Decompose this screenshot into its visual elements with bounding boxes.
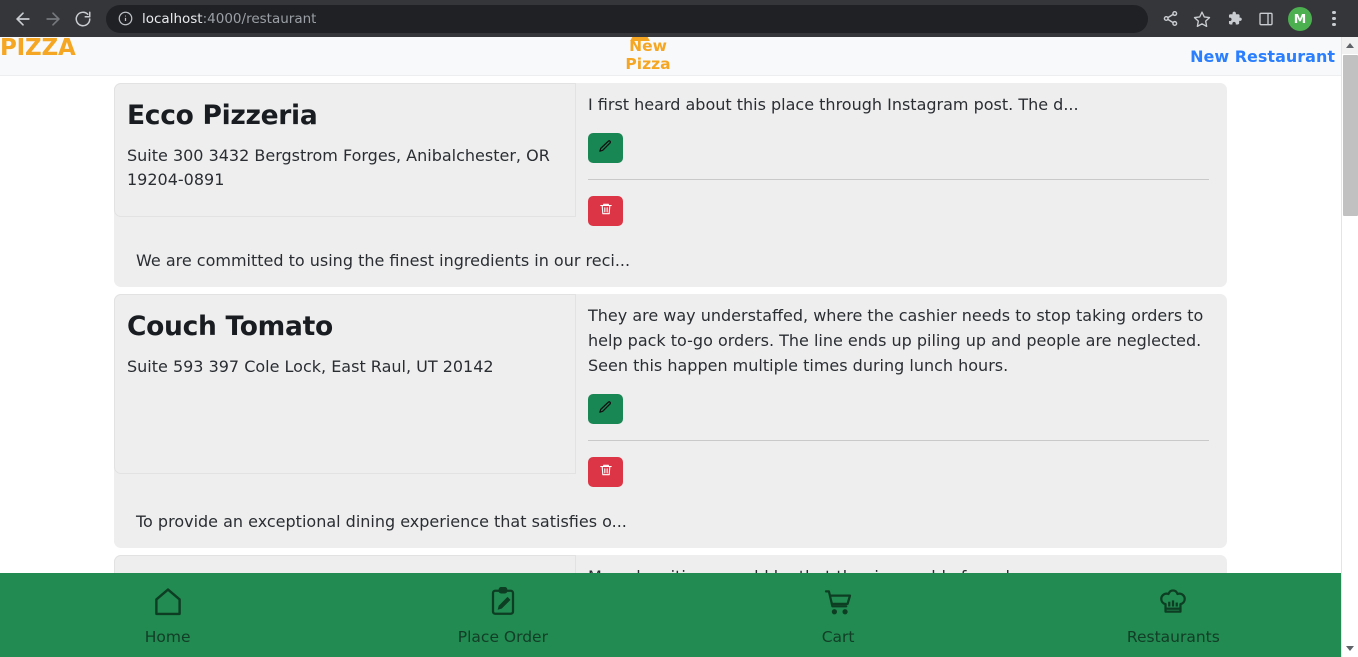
url-path: :4000/restaurant [202,10,317,27]
nav-label-home: Home [144,627,191,646]
card-row: Couch Tomato Suite 593 397 Cole Lock, Ea… [114,293,1227,497]
nav-item-place-order[interactable]: Place Order [335,585,670,646]
nav-label-cart: Cart [821,627,855,646]
restaurant-description: To provide an exceptional dining experie… [136,511,627,531]
action-divider [588,178,1209,180]
nav-item-restaurants[interactable]: Restaurants [1006,585,1341,646]
avatar[interactable]: M [1288,6,1312,31]
avatar-initial: M [1293,11,1307,26]
info-circle-icon[interactable] [118,11,133,26]
restaurant-card: Ecco Pizzeria Suite 300 3432 Bergstrom F… [114,83,1227,287]
toolbar-actions: M [1154,3,1350,35]
nav-item-home[interactable]: Home [0,585,335,646]
trash-icon [599,463,613,480]
nav-label-restaurants: Restaurants [1126,627,1220,646]
pencil-icon [598,139,613,157]
action-divider [588,439,1209,441]
delete-button[interactable] [588,195,623,226]
scroll-down-arrow[interactable] [1342,640,1358,657]
restaurant-review-panel: I first heard about this place through I… [576,83,1227,236]
shopping-cart-icon [822,585,854,619]
scroll-up-arrow[interactable] [1342,37,1358,54]
side-panel-icon[interactable] [1250,3,1282,35]
trash-icon [599,202,613,219]
scrollbar-thumb[interactable] [1343,55,1358,216]
review-text: I first heard about this place through I… [588,95,1079,114]
forward-arrow-icon[interactable] [38,4,68,34]
restaurant-description: We are committed to using the finest ing… [136,250,631,270]
brand-logo[interactable]: PIZZA [0,37,76,61]
share-icon[interactable] [1154,3,1186,35]
restaurant-name: Couch Tomato [127,310,333,342]
restaurant-review-panel: They are way understaffed, where the cas… [576,294,1227,497]
url-host: localhost [142,10,203,27]
restaurant-name: Ecco Pizzeria [127,100,318,131]
home-icon [151,585,185,619]
nav-item-cart[interactable]: Cart [671,585,1006,646]
clipboard-pencil-icon [487,585,519,619]
restaurant-info-panel: Couch Tomato Suite 593 397 Cole Lock, Ea… [114,293,576,474]
new-restaurant-link[interactable]: New Restaurant [1190,47,1335,66]
address-bar[interactable]: localhost:4000/restaurant [106,4,1148,33]
url-text: localhost:4000/restaurant [142,11,316,27]
bottom-navigation: Home Place Order Cart Restaurants [0,573,1341,657]
restaurant-list: Ecco Pizzeria Suite 300 3432 Bergstrom F… [0,76,1341,657]
card-row: Ecco Pizzeria Suite 300 3432 Bergstrom F… [114,83,1227,236]
app-header: PIZZA New Pizza New Restaurant [0,37,1341,76]
restaurant-address: Suite 300 3432 Bergstrom Forges, Anibalc… [127,146,550,190]
edit-button[interactable] [588,132,623,163]
page-viewport: PIZZA New Pizza New Restaurant Ecco Pizz… [0,37,1358,657]
puzzle-icon[interactable] [1218,3,1250,35]
three-dot-menu-icon[interactable] [1318,3,1350,35]
pencil-icon [598,400,613,418]
nav-label-place-order: Place Order [457,627,548,646]
restaurant-address: Suite 593 397 Cole Lock, East Raul, UT 2… [127,357,494,377]
vertical-scrollbar[interactable] [1341,37,1358,657]
review-text: They are way understaffed, where the cas… [588,305,1204,375]
reload-icon[interactable] [68,4,98,34]
new-pizza-link[interactable]: New Pizza [606,37,690,73]
restaurant-card: Couch Tomato Suite 593 397 Cole Lock, Ea… [114,293,1227,548]
delete-button[interactable] [588,456,623,487]
restaurant-info-panel: Ecco Pizzeria Suite 300 3432 Bergstrom F… [114,83,576,217]
back-arrow-icon[interactable] [8,4,38,34]
browser-toolbar: localhost:4000/restaurant M [0,0,1358,37]
chef-hat-icon [1157,585,1189,619]
star-icon[interactable] [1186,3,1218,35]
edit-button[interactable] [588,393,623,424]
